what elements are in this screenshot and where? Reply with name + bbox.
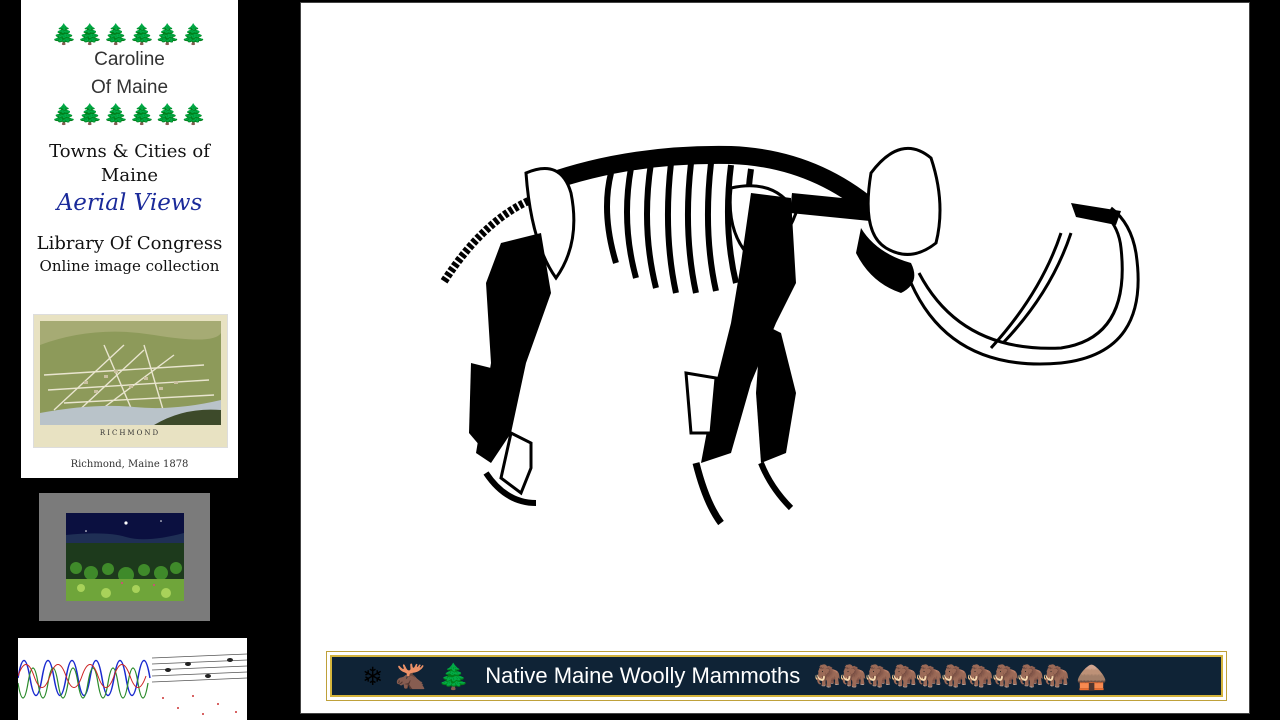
moose-icon: 🫎 [394,661,427,691]
promo-card: 🌲🌲🌲🌲🌲🌲 Caroline Of Maine 🌲🌲🌲🌲🌲🌲 Towns & … [21,0,238,478]
caption-banner: ❄ 🫎 🌲 Native Maine Woolly Mammoths 🦣🦣🦣🦣🦣… [326,651,1227,701]
brand-line-1: Caroline [94,49,165,70]
main-stage: ❄ 🫎 🌲 Native Maine Woolly Mammoths 🦣🦣🦣🦣🦣… [300,2,1250,714]
brand-line-2: Of Maine [90,77,169,98]
caption-banner-inner: ❄ 🫎 🌲 Native Maine Woolly Mammoths 🦣🦣🦣🦣🦣… [330,655,1223,697]
map-title-label: RICHMOND [100,429,160,437]
aerial-views-title: Aerial Views [56,190,203,216]
caption-title: Native Maine Woolly Mammoths [485,663,801,688]
aerial-map-image: RICHMOND [33,314,228,448]
tree-row-icon: 🌲🌲🌲🌲🌲🌲 [51,22,208,46]
library-title: Library Of Congress [36,233,223,254]
night-landscape-thumbnail[interactable] [39,493,210,621]
hut-icon: 🛖 [1076,661,1108,691]
mammoth-skeleton-illustration [439,145,1140,526]
library-subtitle: Online image collection [39,257,220,275]
night-landscape-image [66,513,184,601]
evergreen-tree-icon: 🌲 [438,661,470,691]
mammoth-icon-row: 🦣🦣🦣🦣🦣🦣🦣🦣🦣🦣 [814,663,1070,689]
towns-title: Towns & Cities of Maine [49,141,210,186]
tree-row-icon: 🌲🌲🌲🌲🌲🌲 [51,102,208,126]
waveform-sheet-music-image[interactable] [18,638,247,720]
map-caption: Richmond, Maine 1878 [70,459,189,470]
snowflake-icon: ❄ [362,661,383,691]
